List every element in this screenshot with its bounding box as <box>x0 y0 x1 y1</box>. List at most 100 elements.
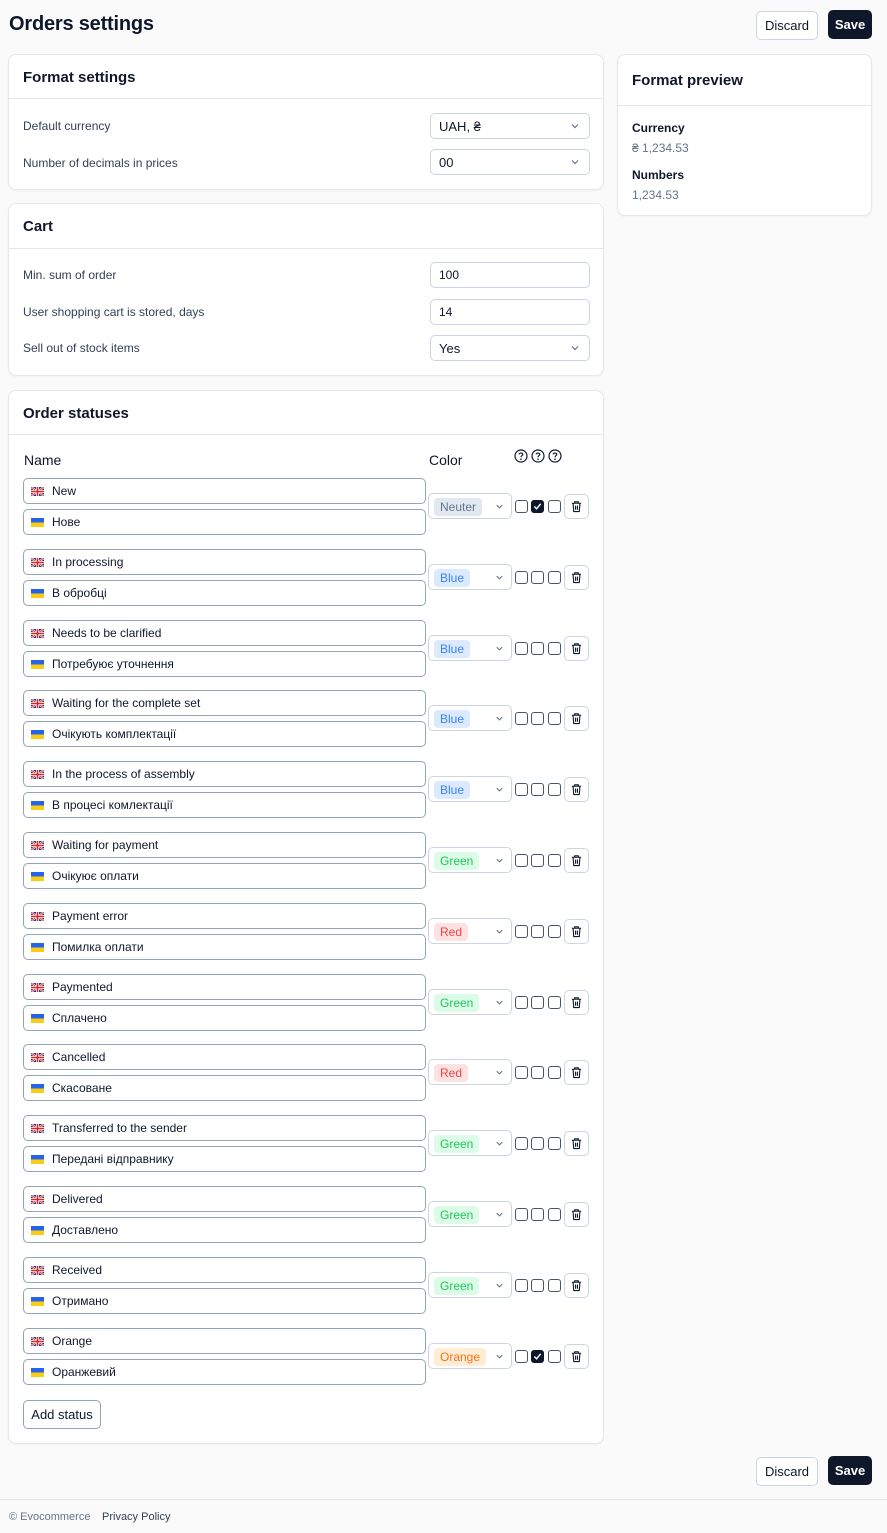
status-color-select[interactable]: Blue <box>428 776 512 802</box>
status-name-en-input[interactable]: New <box>23 478 426 504</box>
status-color-select[interactable]: Green <box>428 847 512 873</box>
status-flag-checkbox[interactable] <box>531 996 544 1009</box>
status-name-uk-input[interactable]: В процесі комлектації <box>23 792 426 818</box>
delete-status-button[interactable] <box>564 636 589 661</box>
save-button[interactable]: Save <box>828 10 872 39</box>
status-flag-checkbox[interactable] <box>515 1350 528 1363</box>
status-flag-checkbox[interactable] <box>531 712 544 725</box>
status-flag-checkbox[interactable] <box>531 1066 544 1079</box>
status-name-en-input[interactable]: In processing <box>23 549 426 575</box>
status-flag-checkbox[interactable] <box>548 1208 561 1221</box>
status-flag-checkbox[interactable] <box>515 1279 528 1292</box>
status-flag-checkbox[interactable] <box>515 783 528 796</box>
delete-status-button[interactable] <box>564 494 589 519</box>
status-flag-checkbox[interactable] <box>548 500 561 513</box>
status-flag-checkbox[interactable] <box>531 1350 544 1363</box>
delete-status-button[interactable] <box>564 706 589 731</box>
status-flag-checkbox[interactable] <box>548 996 561 1009</box>
status-flag-checkbox[interactable] <box>531 500 544 513</box>
status-flag-checkbox[interactable] <box>531 571 544 584</box>
status-flag-checkbox[interactable] <box>515 571 528 584</box>
delete-status-button[interactable] <box>564 848 589 873</box>
status-flag-checkbox[interactable] <box>531 1279 544 1292</box>
status-name-uk-input[interactable]: Передані відправнику <box>23 1146 426 1172</box>
status-flag-checkbox[interactable] <box>548 1350 561 1363</box>
status-name-uk-input[interactable]: Потребуює уточнення <box>23 651 426 677</box>
status-color-select[interactable]: Blue <box>428 564 512 590</box>
status-flag-checkbox[interactable] <box>548 571 561 584</box>
add-status-button[interactable]: Add status <box>23 1400 101 1429</box>
status-flag-checkbox[interactable] <box>515 854 528 867</box>
status-flag-checkbox[interactable] <box>548 1279 561 1292</box>
help-icon[interactable] <box>514 449 528 463</box>
status-flag-checkbox[interactable] <box>515 996 528 1009</box>
status-flag-checkbox[interactable] <box>548 1066 561 1079</box>
status-flag-checkbox[interactable] <box>548 642 561 655</box>
status-flag-checkbox[interactable] <box>531 854 544 867</box>
discard-button-bottom[interactable]: Discard <box>756 1457 818 1486</box>
status-flag-checkbox[interactable] <box>515 1208 528 1221</box>
status-name-en-input[interactable]: Payment error <box>23 903 426 929</box>
status-name-en-input[interactable]: Received <box>23 1257 426 1283</box>
status-color-select[interactable]: Blue <box>428 705 512 731</box>
status-flag-checkbox[interactable] <box>531 1137 544 1150</box>
status-color-select[interactable]: Orange <box>428 1343 512 1369</box>
status-color-select[interactable]: Green <box>428 1130 512 1156</box>
status-flag-checkbox[interactable] <box>515 712 528 725</box>
delete-status-button[interactable] <box>564 1273 589 1298</box>
delete-status-button[interactable] <box>564 777 589 802</box>
save-button-bottom[interactable]: Save <box>828 1456 872 1485</box>
default-currency-select[interactable]: UAH, ₴ <box>430 113 590 139</box>
status-flag-checkbox[interactable] <box>515 1137 528 1150</box>
status-name-uk-input[interactable]: Доставлено <box>23 1217 426 1243</box>
delete-status-button[interactable] <box>564 1131 589 1156</box>
delete-status-button[interactable] <box>564 1344 589 1369</box>
discard-button[interactable]: Discard <box>756 11 818 40</box>
status-name-en-input[interactable]: Paymented <box>23 974 426 1000</box>
help-icon[interactable] <box>531 449 545 463</box>
status-flag-checkbox[interactable] <box>548 1137 561 1150</box>
status-color-select[interactable]: Neuter <box>428 493 512 519</box>
status-flag-checkbox[interactable] <box>531 642 544 655</box>
stored-days-input[interactable]: 14 <box>430 299 590 325</box>
decimals-select[interactable]: 00 <box>430 149 590 175</box>
status-color-select[interactable]: Blue <box>428 635 512 661</box>
status-name-en-input[interactable]: Needs to be clarified <box>23 620 426 646</box>
status-name-uk-input[interactable]: Отримано <box>23 1288 426 1314</box>
status-name-uk-input[interactable]: Нове <box>23 509 426 535</box>
status-flag-checkbox[interactable] <box>515 1066 528 1079</box>
status-name-uk-input[interactable]: Помилка оплати <box>23 934 426 960</box>
status-flag-checkbox[interactable] <box>548 854 561 867</box>
status-name-en-input[interactable]: Orange <box>23 1328 426 1354</box>
status-name-en-input[interactable]: Cancelled <box>23 1044 426 1070</box>
status-name-en-input[interactable]: Transferred to the sender <box>23 1115 426 1141</box>
status-name-uk-input[interactable]: Очікують комплектації <box>23 721 426 747</box>
privacy-policy-link[interactable]: Privacy Policy <box>102 1511 170 1523</box>
delete-status-button[interactable] <box>564 1202 589 1227</box>
status-name-en-input[interactable]: Waiting for the complete set <box>23 690 426 716</box>
status-flag-checkbox[interactable] <box>515 925 528 938</box>
status-flag-checkbox[interactable] <box>515 500 528 513</box>
status-color-select[interactable]: Green <box>428 1272 512 1298</box>
status-color-select[interactable]: Red <box>428 918 512 944</box>
status-name-uk-input[interactable]: Скасоване <box>23 1075 426 1101</box>
help-icon[interactable] <box>548 449 562 463</box>
status-flag-checkbox[interactable] <box>531 783 544 796</box>
status-flag-checkbox[interactable] <box>515 642 528 655</box>
delete-status-button[interactable] <box>564 565 589 590</box>
status-flag-checkbox[interactable] <box>548 712 561 725</box>
status-flag-checkbox[interactable] <box>531 1208 544 1221</box>
status-name-en-input[interactable]: Delivered <box>23 1186 426 1212</box>
status-color-select[interactable]: Green <box>428 1201 512 1227</box>
sell-out-select[interactable]: Yes <box>430 335 590 361</box>
delete-status-button[interactable] <box>564 990 589 1015</box>
status-flag-checkbox[interactable] <box>548 925 561 938</box>
status-flag-checkbox[interactable] <box>548 783 561 796</box>
status-flag-checkbox[interactable] <box>531 925 544 938</box>
status-color-select[interactable]: Green <box>428 989 512 1015</box>
status-name-uk-input[interactable]: В обробці <box>23 580 426 606</box>
status-name-en-input[interactable]: In the process of assembly <box>23 761 426 787</box>
delete-status-button[interactable] <box>564 1060 589 1085</box>
status-color-select[interactable]: Red <box>428 1059 512 1085</box>
status-name-uk-input[interactable]: Очікуює оплати <box>23 863 426 889</box>
